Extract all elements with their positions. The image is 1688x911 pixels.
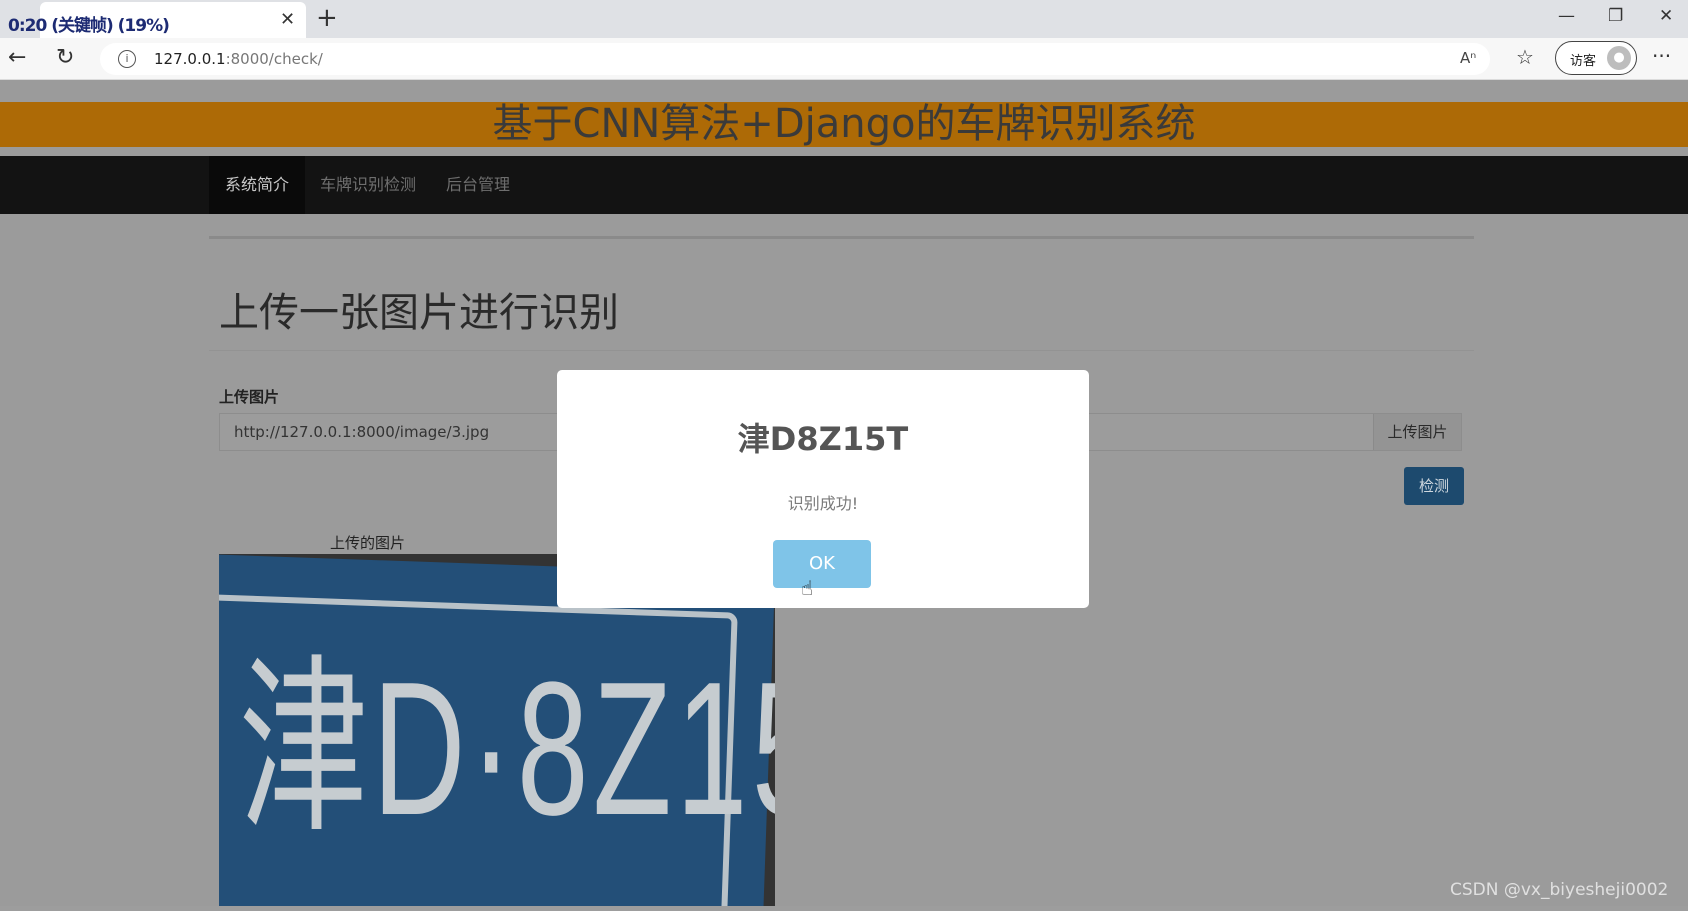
dialog-title: 津D8Z15T [737, 420, 909, 458]
detect-button[interactable]: 检测 [1404, 467, 1464, 505]
minimize-icon[interactable]: — [1558, 6, 1575, 26]
upload-image-button[interactable]: 上传图片 [1373, 414, 1461, 450]
browser-tab[interactable]: 0:20 (关键帧) (19%) ✕ [8, 2, 306, 38]
address-bar: ← ↻ i 127.0.0.1:8000/check/ Aⁿ ☆ 访客 ● ··… [0, 38, 1688, 80]
url-box[interactable]: i 127.0.0.1:8000/check/ Aⁿ [100, 43, 1490, 75]
page-heading: 上传一张图片进行识别 [219, 290, 619, 336]
info-icon[interactable]: i [118, 50, 136, 68]
profile-button[interactable]: 访客 ● [1555, 41, 1637, 75]
back-arrow-icon[interactable]: ← [8, 45, 26, 70]
read-aloud-icon[interactable]: Aⁿ [1460, 49, 1476, 67]
uploaded-image-caption: 上传的图片 [330, 534, 406, 552]
dialog-message: 识别成功! [787, 494, 859, 513]
plate-characters: 津D·8Z15T [239, 643, 775, 855]
reload-icon[interactable]: ↻ [56, 45, 74, 70]
watermark: CSDN @vx_biyesheji0002 [1450, 880, 1669, 900]
profile-label: 访客 [1570, 54, 1597, 69]
result-dialog: 津D8Z15T 识别成功! OK ☝ [557, 370, 1089, 608]
browser-tabstrip: 0:20 (关键帧) (19%) ✕ + — ❐ ✕ [0, 0, 1688, 38]
nav-item-plate-detect[interactable]: 车牌识别检测 [304, 156, 432, 214]
site-title: 基于CNN算法+Django的车牌识别系统 [492, 101, 1196, 147]
favorites-icon[interactable]: ☆ [1516, 45, 1534, 69]
hand-cursor-icon: ☝ [801, 576, 814, 600]
close-icon[interactable]: ✕ [280, 9, 295, 30]
tab-title: 0:20 (关键帧) (19%) [8, 16, 170, 36]
divider [209, 236, 1474, 239]
upload-field-label: 上传图片 [219, 388, 280, 406]
divider [209, 350, 1474, 351]
nav-item-intro[interactable]: 系统简介 [209, 156, 306, 214]
main-navbar: 系统简介 车牌识别检测 后台管理 [0, 156, 1688, 214]
url-text[interactable]: 127.0.0.1:8000/check/ [154, 50, 323, 68]
site-banner: 基于CNN算法+Django的车牌识别系统 [0, 102, 1688, 147]
window-close-icon[interactable]: ✕ [1659, 6, 1673, 26]
avatar: ● [1607, 46, 1631, 70]
more-options-icon[interactable]: ··· [1652, 44, 1671, 68]
restore-icon[interactable]: ❐ [1608, 6, 1623, 26]
nav-item-admin[interactable]: 后台管理 [430, 156, 526, 214]
ok-button[interactable]: OK [773, 540, 871, 588]
new-tab-button[interactable]: + [316, 3, 338, 33]
